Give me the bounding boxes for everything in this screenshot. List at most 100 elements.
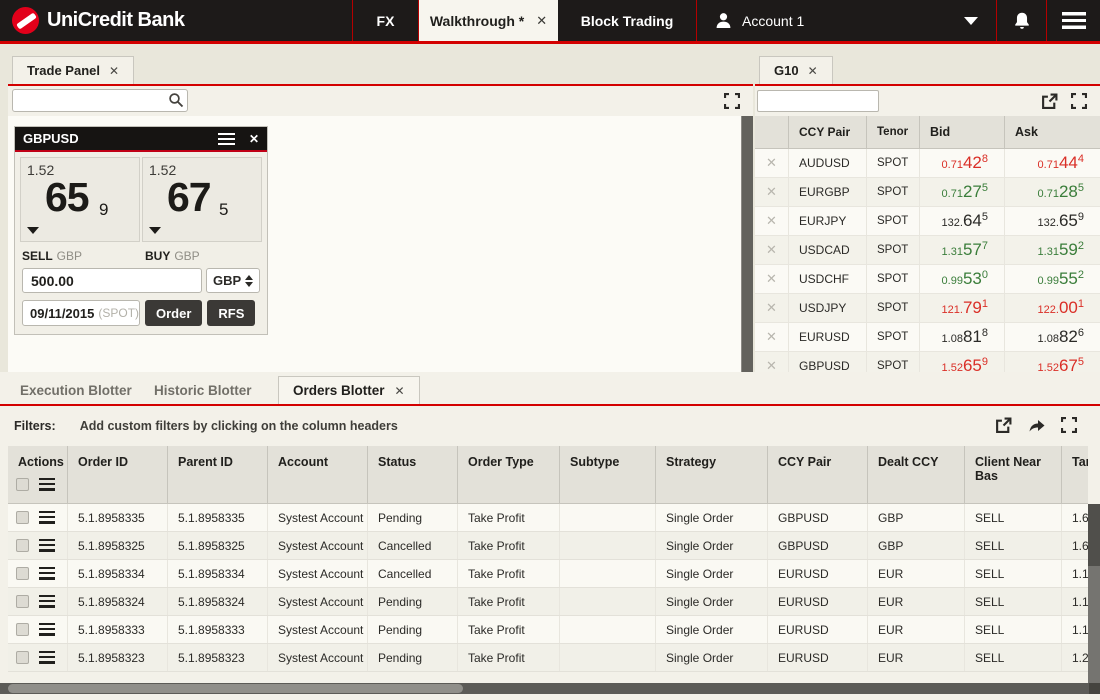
close-icon[interactable]: ✕ — [395, 384, 405, 398]
row-menu-icon[interactable] — [39, 567, 55, 580]
widget-menu-icon[interactable] — [218, 133, 235, 145]
row-menu-icon[interactable] — [39, 478, 55, 491]
close-icon[interactable]: ✕ — [536, 13, 547, 29]
row-checkbox[interactable] — [16, 651, 29, 664]
col-targ[interactable]: Targ — [1062, 446, 1088, 503]
row-menu-icon[interactable] — [39, 511, 55, 524]
remove-pair-icon[interactable]: ✕ — [755, 323, 789, 351]
notifications-button[interactable] — [997, 0, 1046, 41]
amount-input[interactable] — [22, 268, 202, 293]
buy-price-tile[interactable]: 1.52 67 5 — [142, 157, 262, 242]
fx-rate-row: ✕AUDUSDSPOT0.714280.71444 — [755, 149, 1100, 178]
col-tenor[interactable]: Tenor — [867, 116, 920, 148]
tab-orders-blotter[interactable]: Orders Blotter ✕ — [278, 376, 420, 404]
select-all-checkbox[interactable] — [16, 478, 29, 491]
bid-price-cell[interactable]: 1.52659 — [920, 352, 1005, 372]
strategy-cell: Single Order — [656, 616, 768, 643]
col-subtype[interactable]: Subtype — [560, 446, 656, 503]
row-checkbox[interactable] — [16, 539, 29, 552]
order-row: 5.1.89583245.1.8958324Systest Account 1P… — [8, 588, 1088, 616]
popout-icon[interactable] — [1041, 93, 1058, 110]
ask-price-cell[interactable]: 0.99552 — [1005, 265, 1100, 293]
ask-price-cell[interactable]: 122.001 — [1005, 294, 1100, 322]
tab-g10[interactable]: G10 ✕ — [759, 56, 833, 84]
row-menu-icon[interactable] — [39, 623, 55, 636]
remove-pair-icon[interactable]: ✕ — [755, 178, 789, 206]
trade-panel-scrollbar[interactable] — [741, 116, 753, 372]
bid-price-cell[interactable]: 132.645 — [920, 207, 1005, 235]
orders-horizontal-scrollbar[interactable] — [0, 683, 1089, 694]
widget-close-icon[interactable]: ✕ — [249, 132, 259, 146]
col-actions-label: Actions — [18, 455, 64, 469]
col-parent-id[interactable]: Parent ID — [168, 446, 268, 503]
tab-walkthrough[interactable]: Walkthrough * ✕ — [419, 0, 558, 41]
currency-select[interactable]: GBP — [206, 268, 260, 293]
row-checkbox[interactable] — [16, 511, 29, 524]
remove-pair-icon[interactable]: ✕ — [755, 352, 789, 372]
instrument-search-input[interactable] — [12, 89, 188, 112]
row-menu-icon[interactable] — [39, 595, 55, 608]
ask-price-cell[interactable]: 0.71444 — [1005, 149, 1100, 177]
value-date-field[interactable]: 09/11/2015 (SPOT) — [22, 300, 140, 326]
main-menu-button[interactable] — [1047, 0, 1100, 41]
row-checkbox[interactable] — [16, 567, 29, 580]
remove-pair-icon[interactable]: ✕ — [755, 236, 789, 264]
scrollbar-thumb[interactable] — [1088, 504, 1100, 566]
order-button[interactable]: Order — [145, 300, 202, 326]
order-id-cell: 5.1.8958335 — [68, 504, 168, 531]
remove-pair-icon[interactable]: ✕ — [755, 149, 789, 177]
col-dealt-ccy[interactable]: Dealt CCY — [868, 446, 965, 503]
col-ccy-pair[interactable]: CCY Pair — [789, 116, 867, 148]
sell-price-tile[interactable]: 1.52 65 9 — [20, 157, 140, 242]
expand-icon[interactable] — [724, 93, 741, 110]
ask-price-cell[interactable]: 1.52675 — [1005, 352, 1100, 372]
col-actions[interactable]: Actions — [8, 446, 68, 503]
col-strategy[interactable]: Strategy — [656, 446, 768, 503]
ask-price-cell[interactable]: 1.08826 — [1005, 323, 1100, 351]
order-id-cell: 5.1.8958334 — [68, 560, 168, 587]
tab-trade-panel[interactable]: Trade Panel ✕ — [12, 56, 134, 84]
ccy-pair-cell: AUDUSD — [789, 149, 867, 177]
col-order-id[interactable]: Order ID — [68, 446, 168, 503]
close-icon[interactable]: ✕ — [808, 64, 818, 78]
bid-price-cell[interactable]: 0.71275 — [920, 178, 1005, 206]
fx-rate-row: ✕USDJPYSPOT121.791122.001 — [755, 294, 1100, 323]
account-selector[interactable]: Account 1 — [697, 0, 996, 41]
tab-fx[interactable]: FX — [353, 0, 418, 41]
col-account[interactable]: Account — [268, 446, 368, 503]
row-menu-icon[interactable] — [39, 651, 55, 664]
expand-icon[interactable] — [1071, 93, 1088, 110]
remove-pair-icon[interactable]: ✕ — [755, 265, 789, 293]
row-menu-icon[interactable] — [39, 539, 55, 552]
ask-price-cell[interactable]: 0.71285 — [1005, 178, 1100, 206]
scrollbar-thumb[interactable] — [8, 684, 463, 693]
bid-price-cell[interactable]: 1.08818 — [920, 323, 1005, 351]
col-client-near-bas[interactable]: Client Near Bas — [965, 446, 1062, 503]
ask-price-cell[interactable]: 132.659 — [1005, 207, 1100, 235]
remove-pair-icon[interactable]: ✕ — [755, 207, 789, 235]
rfs-button[interactable]: RFS — [207, 300, 255, 326]
tab-block-trading[interactable]: Block Trading — [558, 0, 696, 41]
col-ccy-pair[interactable]: CCY Pair — [768, 446, 868, 503]
bid-price-cell[interactable]: 1.31577 — [920, 236, 1005, 264]
bid-price-cell[interactable]: 0.99530 — [920, 265, 1005, 293]
tab-execution-blotter[interactable]: Execution Blotter — [6, 376, 146, 404]
expand-icon[interactable] — [1061, 417, 1078, 434]
col-bid[interactable]: Bid — [920, 116, 1005, 148]
col-order-type[interactable]: Order Type — [458, 446, 560, 503]
close-icon[interactable]: ✕ — [109, 64, 119, 78]
col-ask[interactable]: Ask — [1005, 116, 1100, 148]
g10-filter-input[interactable] — [757, 90, 879, 112]
orders-vertical-scrollbar[interactable] — [1088, 504, 1100, 683]
bid-price-cell[interactable]: 121.791 — [920, 294, 1005, 322]
tab-historic-blotter[interactable]: Historic Blotter — [140, 376, 266, 404]
popout-icon[interactable] — [995, 417, 1012, 434]
row-checkbox[interactable] — [16, 623, 29, 636]
price-pip: 2 — [1078, 240, 1084, 252]
row-checkbox[interactable] — [16, 595, 29, 608]
bid-price-cell[interactable]: 0.71428 — [920, 149, 1005, 177]
remove-pair-icon[interactable]: ✕ — [755, 294, 789, 322]
ask-price-cell[interactable]: 1.31592 — [1005, 236, 1100, 264]
share-icon[interactable] — [1028, 417, 1045, 434]
col-status[interactable]: Status — [368, 446, 458, 503]
